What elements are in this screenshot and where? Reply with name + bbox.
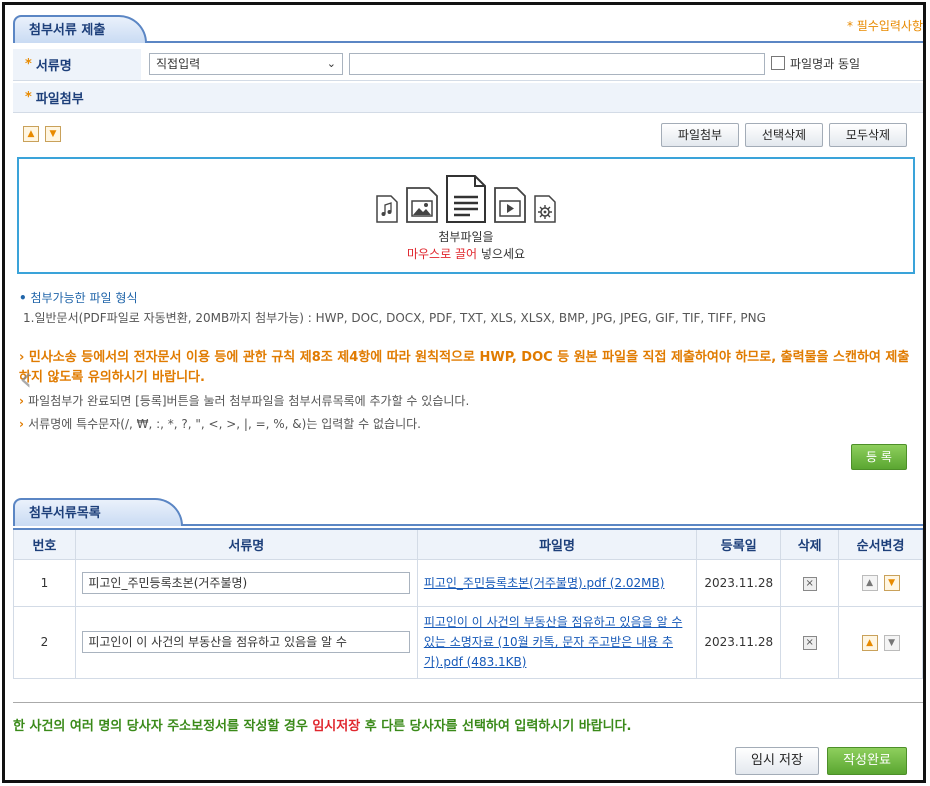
row-doc-name-input[interactable]: 피고인_주민등록초본(거주불명) <box>82 571 411 594</box>
header-order: 순서변경 <box>838 528 923 560</box>
doc-name-row: * 서류명 직접입력 ⌄ 파일명과 동일 <box>13 49 923 81</box>
header-doc-name: 서류명 <box>74 528 418 560</box>
table-row: 2 피고인이 이 사건의 부동산을 점유하고 있음을 알 수 피고인이 이 사건… <box>13 605 923 679</box>
header-no: 번호 <box>13 528 76 560</box>
doc-name-label: * 서류명 <box>13 49 141 80</box>
file-dropzone[interactable]: 첨부파일을 마우스로 끌어 넣으세요 <box>17 157 915 274</box>
move-down-icon[interactable]: ▼ <box>883 634 900 651</box>
dropzone-text: 첨부파일을 마우스로 끌어 넣으세요 <box>19 229 913 263</box>
delete-icon[interactable]: × <box>802 576 817 591</box>
complete-button[interactable]: 작성완료 <box>827 747 907 775</box>
notice-special-chars: › 서류명에 특수문자(/, ₩, :, *, ?, ", <, >, |, =… <box>19 417 421 431</box>
row-file-link[interactable]: 피고인이 이 사건의 부동산을 점유하고 있음을 알 수 있는 소명자료 (10… <box>416 605 698 679</box>
chevron-down-icon: ⌄ <box>326 57 336 70</box>
row-doc-name-input[interactable]: 피고인이 이 사건의 부동산을 점유하고 있음을 알 수 <box>82 631 411 653</box>
bottom-notice: 한 사건의 여러 명의 당사자 주소보정서를 작성할 경우 임시저장 후 다른 … <box>13 719 632 734</box>
row-no: 2 <box>13 605 76 679</box>
header-date: 등록일 <box>696 528 782 560</box>
file-type-icons <box>19 175 913 223</box>
document-file-icon <box>446 175 486 223</box>
tab-submit-attachments: 첨부서류 제출 <box>13 15 148 43</box>
table-row: 1 피고인_주민등록초본(거주불명) 피고인_주민등록초본(거주불명).pdf … <box>13 558 923 607</box>
header-delete: 삭제 <box>780 528 840 560</box>
chevron-left-icon[interactable]: ‹ <box>19 359 33 399</box>
doc-name-input[interactable] <box>349 53 765 75</box>
video-file-icon <box>494 187 526 223</box>
section-header-list: 첨부서류목록 <box>13 498 923 526</box>
settings-file-icon <box>534 195 556 223</box>
row-file-link[interactable]: 피고인_주민등록초본(거주불명).pdf (2.02MB) <box>416 558 698 607</box>
dropzone-line2: 넣으세요 <box>480 247 526 261</box>
row-date: 2023.11.28 <box>696 558 782 607</box>
temp-save-button[interactable]: 임시 저장 <box>735 747 819 775</box>
doc-name-select[interactable]: 직접입력 ⌄ <box>149 53 343 75</box>
dropzone-highlight: 마우스로 끌어 <box>406 247 478 261</box>
dropzone-line1: 첨부파일을 <box>438 230 494 244</box>
same-as-filename-checkbox[interactable] <box>771 56 785 70</box>
tab-attachment-list: 첨부서류목록 <box>13 498 183 526</box>
allowed-formats-line: 1.일반문서(PDF파일로 자동변환, 20MB까지 첨부가능) : HWP, … <box>23 311 766 325</box>
delete-all-button[interactable]: 모두삭제 <box>829 123 907 147</box>
file-attach-row: * 파일첨부 <box>13 83 923 113</box>
file-attach-label: * 파일첨부 <box>13 83 923 112</box>
section-header-submit: 첨부서류 제출 * 필수입력사항 <box>13 15 923 43</box>
required-note: * 필수입력사항 <box>846 19 923 33</box>
attachment-table: 번호 서류명 파일명 등록일 삭제 순서변경 1 피고인_주민등록초본(거주불명… <box>13 528 923 679</box>
divider <box>13 702 923 703</box>
delete-selected-button[interactable]: 선택삭제 <box>745 123 823 147</box>
move-down-button[interactable]: ▼ <box>45 126 61 142</box>
audio-file-icon <box>376 195 398 223</box>
move-up-button[interactable]: ▲ <box>23 126 39 142</box>
row-date: 2023.11.28 <box>696 605 782 679</box>
header-file-name: 파일명 <box>416 528 698 560</box>
dialog-frame: 첨부서류 제출 * 필수입력사항 * 서류명 직접입력 ⌄ 파일명과 동일 * 파일… <box>2 2 926 783</box>
delete-icon[interactable]: × <box>802 636 817 650</box>
same-as-filename-label: 파일명과 동일 <box>790 57 861 71</box>
move-down-icon[interactable]: ▼ <box>883 575 900 591</box>
image-file-icon <box>406 187 438 223</box>
attach-file-button[interactable]: 파일첨부 <box>661 123 739 147</box>
notice-register: › 파일첨부가 완료되면 [등록]버튼을 눌러 첨부파일을 첨부서류목록에 추가… <box>19 394 470 408</box>
warning-notice: › 민사소송 등에서의 전자문서 이용 등에 관한 규칙 제8조 제4항에 따라… <box>19 350 910 385</box>
move-up-icon[interactable]: ▲ <box>861 634 878 651</box>
move-up-icon[interactable]: ▲ <box>861 575 878 591</box>
allowed-formats-title: • 첨부가능한 파일 형식 <box>19 291 138 305</box>
register-button[interactable]: 등 록 <box>851 444 907 470</box>
row-no: 1 <box>13 558 76 607</box>
